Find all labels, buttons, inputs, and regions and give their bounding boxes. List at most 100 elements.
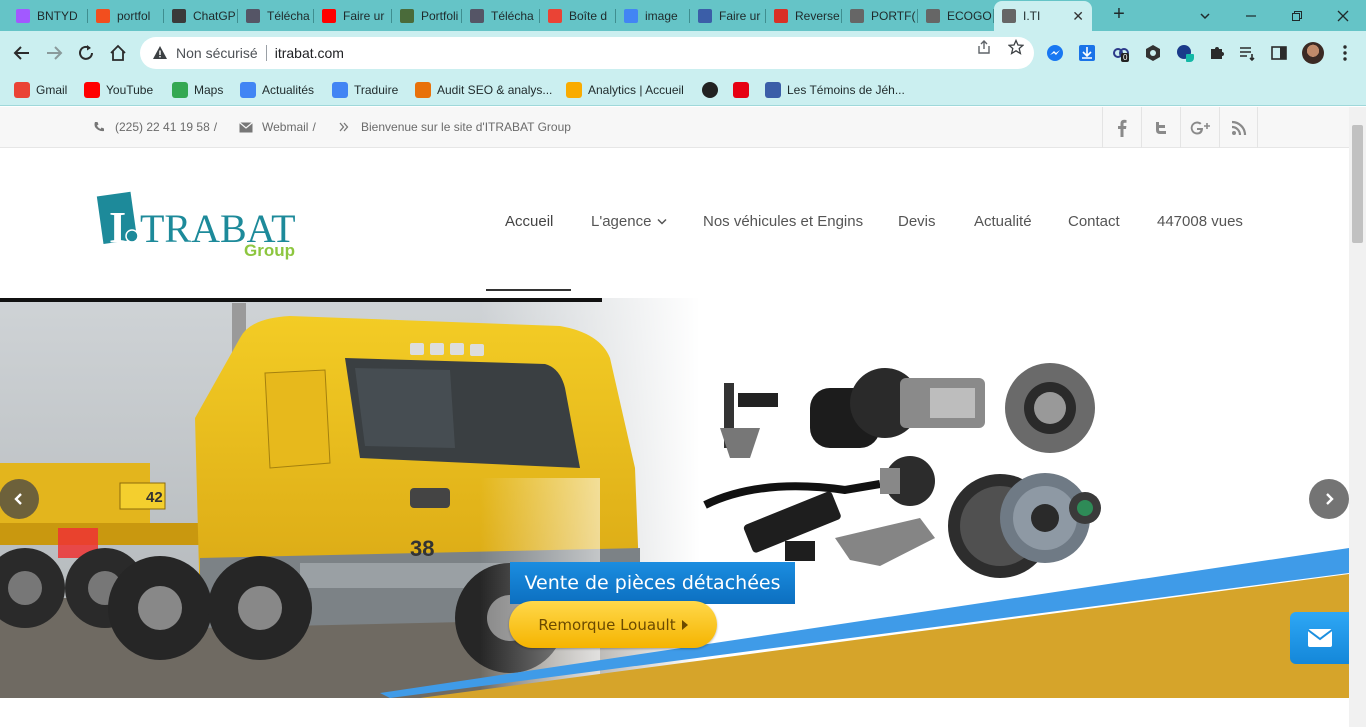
- download-extension-icon[interactable]: [1078, 44, 1096, 62]
- browser-tab[interactable]: PORTF(: [842, 2, 918, 29]
- page-scrollbar[interactable]: [1349, 107, 1366, 727]
- browser-tab[interactable]: Boîte d: [540, 2, 616, 29]
- reload-icon[interactable]: [74, 41, 98, 65]
- facebook-icon[interactable]: [1102, 107, 1141, 148]
- nav-contact[interactable]: Contact: [1068, 213, 1120, 230]
- nav-vehicules[interactable]: Nos véhicules et Engins: [703, 213, 863, 230]
- google-icon: [624, 8, 638, 23]
- tab-title: Télécha: [491, 8, 534, 23]
- twitter-icon[interactable]: [1141, 107, 1180, 148]
- reverse-icon: [774, 8, 788, 23]
- trailer-number: 42: [146, 489, 163, 506]
- chevron-down-icon[interactable]: [657, 218, 667, 226]
- bookmark-item[interactable]: Les Témoins de Jéh...: [765, 80, 905, 100]
- phone-item: (225) 22 41 19 58 /: [93, 120, 217, 134]
- tab-title: Portfoli: [421, 8, 459, 23]
- messenger-extension-icon[interactable]: [1046, 44, 1064, 62]
- browser-tab[interactable]: portfol: [88, 2, 164, 29]
- translate-icon: [332, 82, 348, 98]
- security-label[interactable]: Non sécurisé: [176, 45, 258, 61]
- address-bar[interactable]: Non sécurisé itrabat.com: [140, 37, 1034, 69]
- restore-icon[interactable]: [1274, 0, 1320, 31]
- bookmarks-bar: Gmail YouTube Maps Actualités Traduire Audit …: [0, 75, 1366, 106]
- phone-number[interactable]: (225) 22 41 19 58: [115, 120, 210, 134]
- slider-prev-button[interactable]: [0, 479, 39, 519]
- tab-title: I.TI: [1023, 9, 1041, 23]
- welcome-item: Bienvenue sur le site d'ITRABAT Group: [339, 120, 571, 134]
- browser-tab[interactable]: Reverse: [766, 2, 842, 29]
- bookmark-label: Gmail: [36, 83, 68, 97]
- bookmark-star-icon[interactable]: [1008, 39, 1024, 55]
- seo-icon: [415, 82, 431, 98]
- forward-icon[interactable]: [42, 41, 66, 65]
- figma-icon: [96, 8, 110, 23]
- reading-list-icon[interactable]: [1238, 44, 1256, 62]
- envelope-icon: [239, 121, 253, 132]
- extensions-puzzle-icon[interactable]: [1208, 44, 1226, 62]
- logo-initial: I: [109, 203, 126, 252]
- bookmark-item[interactable]: Actualités: [240, 80, 314, 100]
- shield-extension-icon[interactable]: [1144, 44, 1162, 62]
- url-text[interactable]: itrabat.com: [275, 45, 344, 61]
- stack-icon: [470, 8, 484, 23]
- site-logo[interactable]: I TRABAT Group: [96, 188, 316, 260]
- share-icon[interactable]: [976, 39, 992, 55]
- slide-cta-button[interactable]: Remorque Louault: [509, 601, 717, 648]
- back-icon[interactable]: [10, 41, 34, 65]
- bookmark-item[interactable]: Analytics | Accueil: [566, 80, 684, 100]
- minimize-icon[interactable]: [1228, 0, 1274, 31]
- browser-tab[interactable]: Faire ur: [690, 2, 766, 29]
- link-extension-icon[interactable]: 0: [1112, 44, 1130, 62]
- youtube-icon: [84, 82, 100, 98]
- nav-devis[interactable]: Devis: [898, 213, 936, 230]
- browser-tab[interactable]: ChatGP: [164, 2, 238, 29]
- tab-search-icon[interactable]: [1182, 0, 1228, 31]
- bookmark-item[interactable]: Maps: [172, 80, 223, 100]
- browser-tab[interactable]: BNTYD: [8, 2, 88, 29]
- slider-next-button[interactable]: [1309, 479, 1349, 519]
- menu-kebab-icon[interactable]: [1336, 44, 1354, 62]
- globe-icon: [1002, 9, 1016, 23]
- side-panel-icon[interactable]: [1270, 44, 1288, 62]
- bookmark-item[interactable]: [702, 80, 724, 100]
- browser-tab[interactable]: image: [616, 2, 690, 29]
- bookmark-item[interactable]: YouTube: [84, 80, 153, 100]
- browser-tab[interactable]: I.TI ✕: [994, 1, 1092, 31]
- browser-toolbar: Non sécurisé itrabat.com 0: [0, 31, 1366, 75]
- webmail-link[interactable]: Webmail: [262, 120, 308, 134]
- youtube-icon: [322, 8, 336, 23]
- bookmark-item[interactable]: Gmail: [14, 80, 67, 100]
- bookmark-item[interactable]: Traduire: [332, 80, 398, 100]
- profile-avatar[interactable]: [1302, 42, 1324, 64]
- google-plus-icon[interactable]: [1180, 107, 1219, 148]
- browser-tab[interactable]: Faire ur: [314, 2, 392, 29]
- globe-icon: [850, 8, 864, 23]
- scrollbar-thumb[interactable]: [1352, 125, 1363, 243]
- browser-tab[interactable]: Télécha: [462, 2, 540, 29]
- nav-agence[interactable]: L'agence: [591, 213, 651, 230]
- mail-icon: [1306, 629, 1333, 647]
- home-icon[interactable]: [106, 41, 130, 65]
- tab-title: ECOGO: [947, 8, 992, 23]
- bookmark-item[interactable]: Audit SEO & analys...: [415, 80, 552, 100]
- bookmark-label: Actualités: [262, 83, 315, 97]
- nav-actualite[interactable]: Actualité: [974, 213, 1032, 230]
- webmail-item[interactable]: Webmail /: [239, 120, 316, 134]
- color-extension-icon[interactable]: [1176, 44, 1194, 62]
- new-tab-button[interactable]: +: [1108, 4, 1130, 26]
- close-tab-icon[interactable]: ✕: [1072, 8, 1084, 25]
- rss-icon[interactable]: [1219, 107, 1258, 148]
- bookmark-label: YouTube: [106, 83, 154, 97]
- auto-parts-image: [703, 363, 1101, 578]
- close-window-icon[interactable]: [1320, 0, 1366, 31]
- browser-tab[interactable]: Portfoli: [392, 2, 462, 29]
- contact-mail-button[interactable]: [1290, 612, 1349, 664]
- warning-icon: [153, 46, 167, 59]
- tab-title: BNTYD: [37, 8, 78, 23]
- welcome-text: Bienvenue sur le site d'ITRABAT Group: [361, 120, 571, 134]
- nav-accueil[interactable]: Accueil: [505, 213, 553, 230]
- browser-tab[interactable]: Télécha: [238, 2, 314, 29]
- tab-title: image: [645, 8, 678, 23]
- browser-tab[interactable]: ECOGO: [918, 2, 994, 29]
- bookmark-item[interactable]: [733, 80, 755, 100]
